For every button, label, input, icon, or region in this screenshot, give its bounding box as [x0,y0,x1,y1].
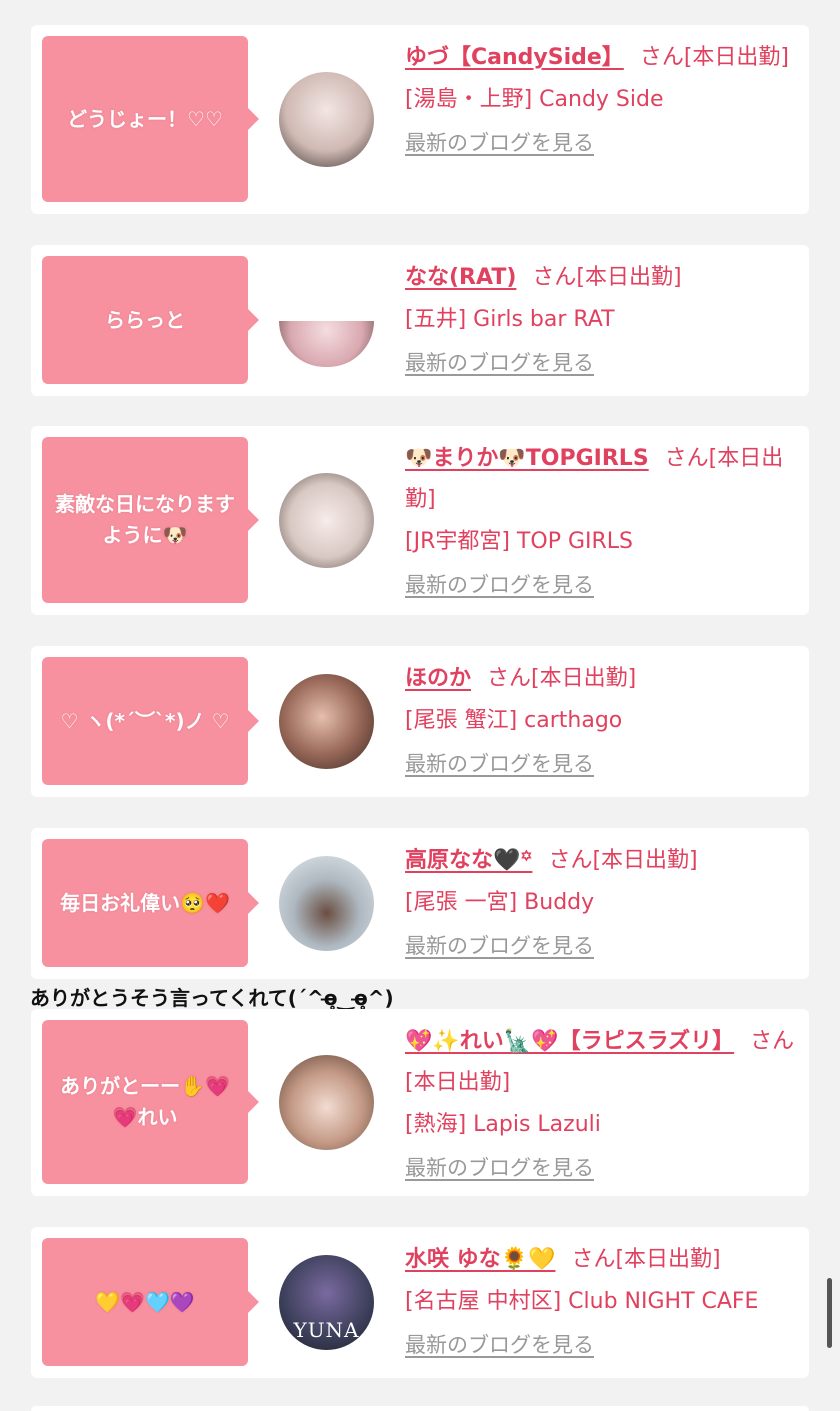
blog-link[interactable]: 最新のブログを見る [405,748,594,778]
cast-card: 素敵な日になりますように🐶 🐶まりか🐶TOPGIRLS さん[本日出勤] [JR宇… [31,426,809,615]
message-bubble: 💛💗🩵💜 [42,1238,259,1366]
avatar-overlay-text: YUNA [293,1318,360,1342]
attendance-status: さん[本日出勤] [548,848,698,873]
cast-name-link[interactable]: ゆづ【CandySide】 [405,45,624,70]
page: どうじょー！♡♡ ゆづ【CandySide】 さん[本日出勤] [湯島・上野] C… [0,0,840,1411]
avatar[interactable] [279,321,374,367]
message-bubble: 毎日お礼偉い🥺❤️ [42,839,259,967]
cast-info: 🐶まりか🐶TOPGIRLS さん[本日出勤] [JR宇都宮] TOP GIRLS … [405,438,803,599]
cast-info: 水咲 ゆな🌻💛 さん[本日出勤] [名古屋 中村区] Club NIGHT CAF… [405,1239,803,1359]
avatar[interactable] [279,856,374,951]
reply-caption: ありがとうそう言ってくれて(ˊ^ɵ̶̥̥‿ɵ̶̥̥^) [30,986,394,1010]
blog-link[interactable]: 最新のブログを見る [405,569,594,599]
cast-card: どうじょー！♡♡ ゆづ【CandySide】 さん[本日出勤] [湯島・上野] C… [31,25,809,214]
message-bubble: ♡ ヽ(*´︶`*)ノ ♡ [42,657,259,785]
cast-name-link[interactable]: 高原なな🖤꙳ [405,848,532,873]
cast-name-link[interactable]: 🐶まりか🐶TOPGIRLS [405,446,649,471]
cast-name-link[interactable]: 💖✨れい🗽💖【ラピスラズリ】 [405,1029,734,1054]
cast-info: 高原なな🖤꙳ さん[本日出勤] [尾張 一宮] Buddy 最新のブログを見る [405,840,803,960]
cast-name-link[interactable]: 水咲 ゆな🌻💛 [405,1247,555,1272]
cast-card-partial [31,1406,809,1411]
blog-link[interactable]: 最新のブログを見る [405,1152,594,1182]
avatar[interactable] [279,473,374,568]
cast-card: ♡ ヽ(*´︶`*)ノ ♡ ほのか さん[本日出勤] [尾張 蟹江] cartha… [31,646,809,797]
blog-link[interactable]: 最新のブログを見る [405,127,594,157]
shop-label: [尾張 蟹江] carthago [405,708,623,733]
message-bubble: ありがとーー✋💗💗れい [42,1020,259,1184]
message-bubble: ららっと [42,256,259,384]
scrollbar-thumb[interactable] [827,1278,832,1348]
cast-card: ありがとーー✋💗💗れい 💖✨れい🗽💖【ラピスラズリ】 さん[本日出勤] [熱海] … [31,1009,809,1196]
attendance-status: さん[本日出勤] [571,1247,721,1272]
shop-label: [五井] Girls bar RAT [405,307,615,332]
shop-label: [JR宇都宮] TOP GIRLS [405,529,633,554]
cast-info: ゆづ【CandySide】 さん[本日出勤] [湯島・上野] Candy Side… [405,37,803,157]
attendance-status: さん[本日出勤] [532,265,682,290]
shop-label: [熱海] Lapis Lazuli [405,1112,601,1137]
cast-card: 💛💗🩵💜 YUNA 水咲 ゆな🌻💛 さん[本日出勤] [名古屋 中村区] Club… [31,1227,809,1378]
shop-label: [名古屋 中村区] Club NIGHT CAFE [405,1289,759,1314]
avatar[interactable] [279,674,374,769]
message-bubble: どうじょー！♡♡ [42,36,259,202]
shop-label: [湯島・上野] Candy Side [405,87,664,112]
cast-card: ららっと なな(RAT) さん[本日出勤] [五井] Girls bar RAT … [31,245,809,396]
shop-label: [尾張 一宮] Buddy [405,890,595,915]
attendance-status: さん[本日出勤] [487,666,637,691]
avatar[interactable]: YUNA [279,1255,374,1350]
message-bubble: 素敵な日になりますように🐶 [42,437,259,603]
attendance-status: さん[本日出勤] [639,45,789,70]
cast-card: 毎日お礼偉い🥺❤️ 高原なな🖤꙳ さん[本日出勤] [尾張 一宮] Buddy 最… [31,828,809,979]
cast-name-link[interactable]: ほのか [405,666,471,691]
cast-info: なな(RAT) さん[本日出勤] [五井] Girls bar RAT 最新のブロ… [405,257,803,377]
avatar[interactable] [279,1055,374,1150]
cast-info: 💖✨れい🗽💖【ラピスラズリ】 さん[本日出勤] [熱海] Lapis Lazuli… [405,1021,803,1182]
cast-name-link[interactable]: なな(RAT) [405,265,516,290]
blog-link[interactable]: 最新のブログを見る [405,1329,594,1359]
cast-info: ほのか さん[本日出勤] [尾張 蟹江] carthago 最新のブログを見る [405,658,803,778]
blog-link[interactable]: 最新のブログを見る [405,930,594,960]
blog-link[interactable]: 最新のブログを見る [405,347,594,377]
avatar[interactable] [279,72,374,167]
